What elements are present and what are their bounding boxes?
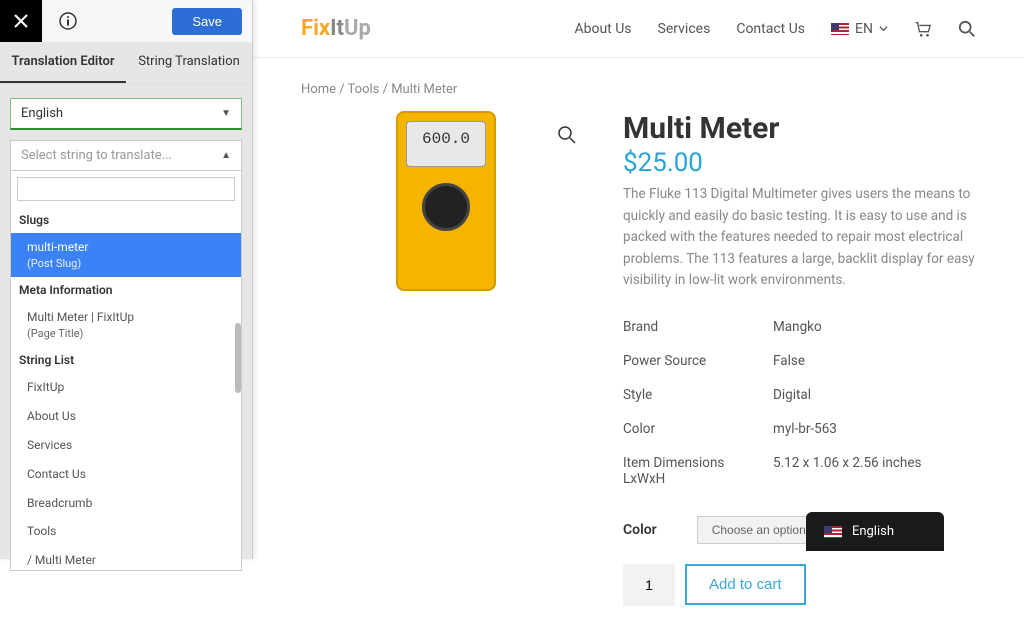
spec-value: Digital [763, 387, 976, 403]
float-lang-label: English [852, 524, 894, 539]
dropdown-search-wrap [11, 171, 241, 207]
tab-translation-editor[interactable]: Translation Editor [0, 42, 126, 83]
dropdown-item-sub: (Page Title) [27, 326, 231, 341]
spec-label: Item Dimensions LxWxH [623, 455, 763, 487]
add-to-cart-button[interactable]: Add to cart [685, 564, 806, 605]
nav-lang-switcher[interactable]: EN [831, 21, 888, 37]
flag-us-icon [824, 526, 842, 538]
dropdown-item-slug[interactable]: multi-meter (Post Slug) [11, 233, 241, 277]
product-image-wrap: 600.0 [301, 111, 591, 606]
scrollbar-thumb[interactable] [235, 323, 241, 393]
floating-lang-switcher[interactable]: English [806, 512, 944, 551]
spec-label: Color [623, 421, 763, 437]
dropdown-heading-list: String List [11, 347, 241, 373]
save-button[interactable]: Save [172, 8, 242, 35]
dropdown-item[interactable]: About Us [11, 402, 241, 431]
chevron-down-icon [879, 24, 888, 33]
dropdown-heading-meta: Meta Information [11, 277, 241, 303]
nav-contact[interactable]: Contact Us [736, 21, 805, 37]
info-button[interactable] [54, 7, 82, 35]
breadcrumb: Home / Tools / Multi Meter [301, 82, 976, 97]
meter-knob [422, 183, 470, 231]
flag-us-icon [831, 23, 849, 35]
spec-row: Style Digital [623, 378, 976, 412]
breadcrumb-current: Multi Meter [391, 82, 457, 97]
dropdown-item[interactable]: Services [11, 431, 241, 460]
search-icon[interactable] [958, 20, 976, 38]
quantity-input[interactable] [623, 564, 675, 606]
spec-label: Brand [623, 319, 763, 335]
close-icon [13, 13, 29, 29]
spec-table: Brand Mangko Power Source False Style Di… [623, 310, 976, 496]
spec-row: Item Dimensions LxWxH 5.12 x 1.06 x 2.56… [623, 446, 976, 496]
chevron-down-icon: ▼ [221, 108, 231, 119]
string-select[interactable]: Select string to translate... ▲ [10, 140, 242, 171]
dropdown-item-meta[interactable]: Multi Meter | FixItUp (Page Title) [11, 303, 241, 347]
product-image[interactable]: 600.0 [396, 111, 496, 291]
breadcrumb-tools[interactable]: Tools [348, 82, 380, 97]
close-button[interactable] [0, 0, 42, 42]
sidebar-tabs: Translation Editor String Translation [0, 42, 252, 84]
meter-readout: 600.0 [410, 127, 482, 151]
string-select-placeholder: Select string to translate... [21, 148, 172, 163]
spec-value: Mangko [763, 319, 976, 335]
dropdown-item-sub: (Post Slug) [27, 256, 231, 271]
dropdown-item[interactable]: FixItUp [11, 373, 241, 402]
string-dropdown: Slugs multi-meter (Post Slug) Meta Infor… [10, 171, 242, 571]
magnifier-icon [557, 125, 577, 145]
option-label: Color [623, 522, 657, 538]
breadcrumb-home[interactable]: Home [301, 82, 336, 97]
dropdown-search-input[interactable] [17, 177, 235, 201]
top-nav: FixItUp About Us Services Contact Us EN [253, 0, 1024, 58]
spec-label: Power Source [623, 353, 763, 369]
language-select[interactable]: English ▼ [10, 98, 242, 130]
info-icon [59, 12, 77, 30]
product-title: Multi Meter [623, 111, 976, 146]
product-description: The Fluke 113 Digital Multimeter gives u… [623, 184, 976, 292]
dropdown-heading-slugs: Slugs [11, 207, 241, 233]
chevron-up-icon: ▲ [221, 150, 231, 161]
spec-label: Style [623, 387, 763, 403]
dropdown-item[interactable]: Breadcrumb [11, 489, 241, 518]
tab-string-translation[interactable]: String Translation [126, 42, 252, 83]
dropdown-item[interactable]: Tools [11, 517, 241, 546]
nav-lang-code: EN [855, 21, 873, 37]
dropdown-item[interactable]: Contact Us [11, 460, 241, 489]
spec-value: 5.12 x 1.06 x 2.56 inches [763, 455, 976, 487]
nav-about[interactable]: About Us [574, 21, 631, 37]
dropdown-item-text: multi-meter [27, 240, 88, 254]
spec-row: Brand Mangko [623, 310, 976, 344]
language-select-value: English [21, 106, 63, 121]
sidebar-header: Save [0, 0, 252, 42]
nav-services[interactable]: Services [658, 21, 711, 37]
spec-row: Power Source False [623, 344, 976, 378]
action-row: Add to cart [623, 564, 976, 606]
product-price: $25.00 [623, 148, 976, 178]
translation-sidebar: Save Translation Editor String Translati… [0, 0, 253, 559]
spec-row: Color myl-br-563 [623, 412, 976, 446]
nav-links: About Us Services Contact Us EN [574, 20, 976, 38]
logo[interactable]: FixItUp [301, 16, 371, 41]
cart-icon[interactable] [914, 20, 932, 38]
dropdown-item-text: Multi Meter | FixItUp [27, 310, 134, 324]
zoom-button[interactable] [553, 121, 581, 149]
spec-value: myl-br-563 [763, 421, 976, 437]
spec-value: False [763, 353, 976, 369]
